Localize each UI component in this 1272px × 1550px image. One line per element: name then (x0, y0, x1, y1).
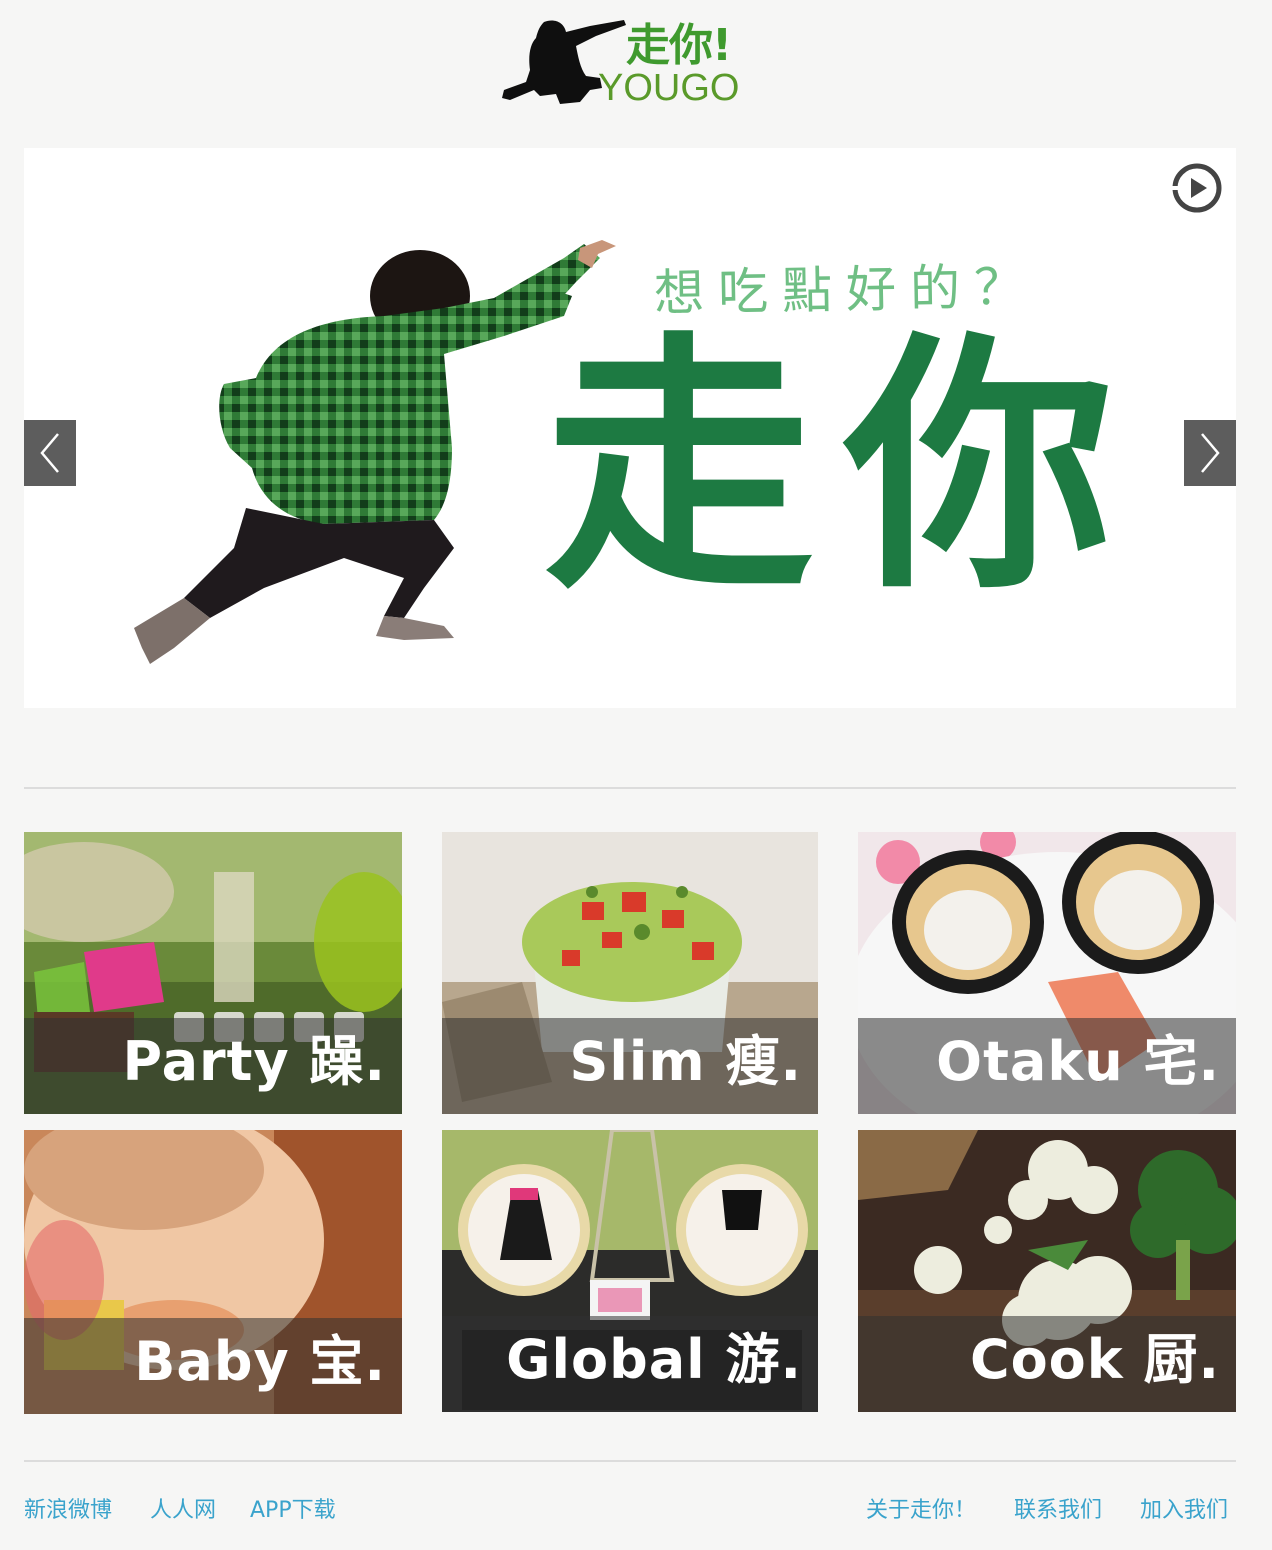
category-tile-otaku[interactable]: Otaku 宅. (858, 832, 1236, 1114)
category-tile-baby[interactable]: Baby 宝. (24, 1130, 402, 1414)
category-label: Otaku 宅. (936, 1030, 1220, 1093)
category-tile-slim[interactable]: Slim 瘦. (442, 832, 818, 1114)
hero-title-text: 走你 (544, 310, 1144, 625)
prev-slide-button[interactable] (24, 420, 76, 486)
logo-chinese-text: 走你! (626, 20, 732, 71)
next-slide-button[interactable] (1184, 420, 1236, 486)
footer-divider (24, 1460, 1236, 1462)
category-tile-cook[interactable]: Cook 厨. (858, 1130, 1236, 1412)
footer-link-app-download[interactable]: APP下载 (250, 1492, 336, 1524)
chevron-left-icon (40, 433, 59, 473)
category-label: Global 游. (506, 1328, 802, 1391)
site-logo[interactable]: 走你! YOUGO (500, 16, 762, 108)
category-tile-global[interactable]: Global 游. (442, 1130, 818, 1412)
section-divider (24, 787, 1236, 789)
footer-link-contact[interactable]: 联系我们 (1014, 1492, 1102, 1524)
chevron-right-icon (1201, 433, 1220, 473)
category-label: Cook 厨. (969, 1328, 1220, 1391)
logo-english-text: YOUGO (598, 67, 740, 109)
footer-link-join[interactable]: 加入我们 (1140, 1492, 1228, 1524)
footer-link-renren[interactable]: 人人网 (150, 1492, 216, 1524)
category-label: Slim 瘦. (569, 1030, 802, 1093)
play-icon[interactable] (1169, 160, 1225, 216)
category-tile-party[interactable]: Party 躁. (24, 832, 402, 1114)
footer-link-weibo[interactable]: 新浪微博 (24, 1492, 112, 1524)
footer-link-about[interactable]: 关于走你！ (866, 1492, 976, 1524)
category-label: Party 躁. (122, 1030, 386, 1093)
hero-banner[interactable]: 想吃點好的？ 走你 (24, 148, 1236, 708)
category-label: Baby 宝. (134, 1330, 386, 1393)
